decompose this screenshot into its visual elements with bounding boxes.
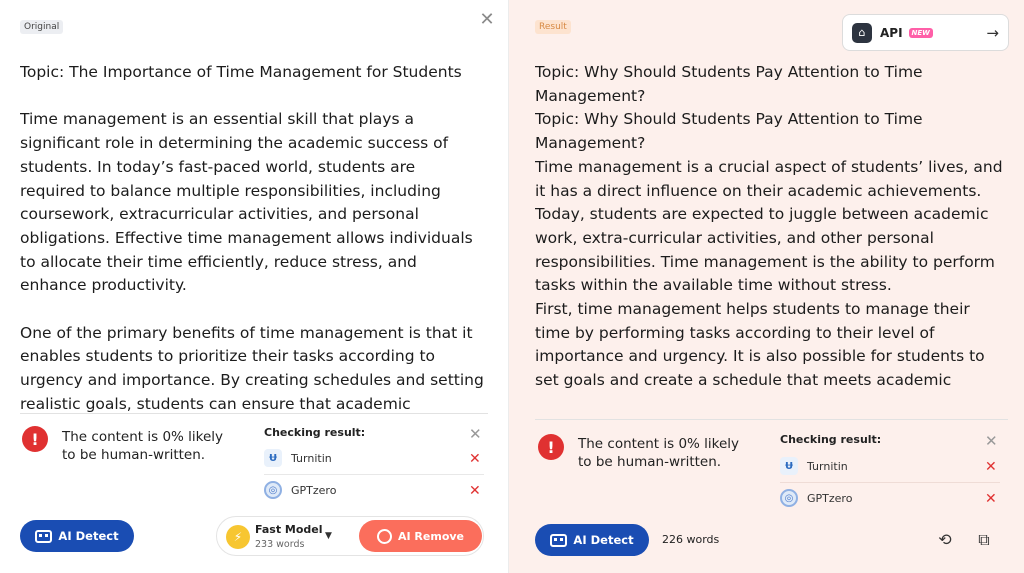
ai-remove-button[interactable]: AI Remove [359,520,482,552]
word-count: 226 words [662,533,720,546]
human-likelihood-text: The content is 0% likely to be human-wri… [578,436,740,470]
detector-gptzero: ◎ GPTzero [264,481,336,499]
ai-detect-button[interactable]: AI Detect [20,520,134,552]
divider [535,419,1008,420]
original-text: Topic: The Importance of Time Management… [20,61,485,412]
original-paragraph-1: Time management is an essential skill th… [20,110,473,295]
detector-turnitin: Ʉ Turnitin [780,457,848,475]
fail-x-icon: ✕ [985,491,997,507]
api-logo-icon: ⌂ [852,22,872,43]
fail-x-icon: ✕ [469,451,481,467]
remove-icon [376,528,392,544]
result-topic-1: Topic: Why Should Students Pay Attention… [535,63,923,105]
turnitin-icon: Ʉ [780,457,798,475]
result-panel: Result ⌂ API NEW → Topic: Why Should Stu… [509,0,1024,573]
close-icon[interactable]: ✕ [478,11,496,29]
fail-x-icon: ✕ [985,459,997,475]
robot-icon [550,533,568,547]
lightning-icon: ⚡ [226,525,250,549]
alert-icon: ! [538,434,564,460]
checking-result-title: Checking result: [264,426,366,439]
human-likelihood-text: The content is 0% likely to be human-wri… [62,429,224,463]
original-paragraph-2: One of the primary benefits of time mana… [20,323,484,412]
fail-x-icon: ✕ [469,483,481,499]
checking-result-title: Checking result: [780,433,882,446]
history-icon[interactable]: ⟲ [935,530,955,550]
model-selector[interactable]: ⚡ Fast Model 233 words ▼ AI Remove [216,516,484,556]
original-tag: Original [20,20,64,34]
copy-icon[interactable]: ⧉ [974,530,994,550]
detector-name: GPTzero [807,491,853,505]
gptzero-icon: ◎ [264,481,282,499]
model-name: Fast Model [255,523,323,536]
new-badge: NEW [908,27,933,38]
detector-name: Turnitin [807,459,848,473]
original-panel: Original ✕ Topic: The Importance of Time… [0,0,509,573]
result-text: Topic: Why Should Students Pay Attention… [535,61,1005,412]
robot-icon [35,529,53,543]
detector-gptzero: ◎ GPTzero [780,489,852,507]
close-icon[interactable]: ✕ [985,432,998,450]
result-paragraph-1: Time management is a crucial aspect of s… [535,157,1003,295]
ai-detect-button[interactable]: AI Detect [535,524,649,556]
result-topic-2: Topic: Why Should Students Pay Attention… [535,110,923,153]
ai-detect-label: AI Detect [58,529,119,543]
divider [780,482,1000,483]
ai-remove-label: AI Remove [397,529,465,543]
original-topic: Topic: The Importance of Time Management… [20,63,462,81]
result-paragraph-2: First, time management helps students to… [535,300,985,390]
alert-icon: ! [22,426,48,452]
close-icon[interactable]: ✕ [469,425,482,443]
result-tag: Result [535,20,571,34]
arrow-right-icon: → [986,23,999,42]
api-button[interactable]: ⌂ API NEW → [842,14,1009,51]
detector-name: Turnitin [291,451,332,465]
chevron-down-icon[interactable]: ▼ [325,531,332,541]
divider [20,413,488,414]
api-label: API [880,25,903,40]
detector-name: GPTzero [291,483,337,497]
divider [264,474,484,475]
model-word-count: 233 words [255,539,305,550]
ai-detect-label: AI Detect [573,533,634,547]
detector-turnitin: Ʉ Turnitin [264,449,332,467]
gptzero-icon: ◎ [780,489,798,507]
turnitin-icon: Ʉ [264,449,282,467]
